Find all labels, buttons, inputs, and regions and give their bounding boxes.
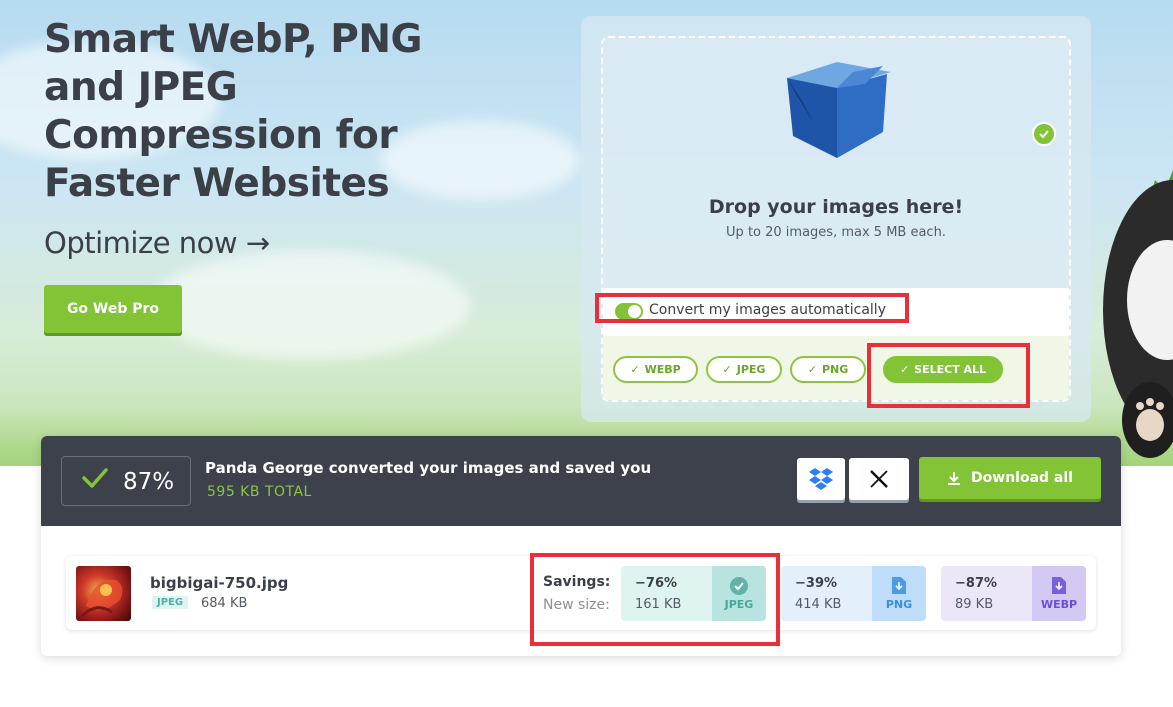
- format-jpeg-button[interactable]: ✓ JPEG: [706, 356, 782, 383]
- saved-total: 595 KB TOTAL: [207, 484, 312, 500]
- file-thumbnail: [76, 566, 131, 621]
- webp-new-size: 89 KB: [955, 597, 994, 612]
- check-icon: ✓: [722, 363, 732, 376]
- dropbox-button[interactable]: [797, 458, 845, 500]
- drop-title: Drop your images here!: [708, 196, 964, 218]
- download-all-button[interactable]: Download all: [919, 457, 1101, 499]
- x-icon: [870, 470, 888, 488]
- go-web-pro-button[interactable]: Go Web Pro: [44, 285, 182, 333]
- dropbox-icon: [809, 468, 833, 490]
- format-label: PNG: [821, 363, 849, 376]
- png-download-tag[interactable]: PNG: [872, 566, 926, 621]
- png-result[interactable]: −39% 414 KB PNG: [781, 566, 926, 621]
- saved-message: Panda George converted your images and s…: [205, 459, 652, 477]
- download-all-label: Download all: [971, 470, 1073, 486]
- png-savings: −39%: [795, 576, 838, 591]
- savings-percent-box: 87%: [61, 456, 191, 506]
- check-icon: ✓: [630, 363, 640, 376]
- page-title: Smart WebP, PNG and JPEG Compression for…: [44, 17, 423, 206]
- file-download-icon: [1052, 577, 1066, 594]
- panda-mascot: [1095, 150, 1173, 470]
- file-size: 684 KB: [201, 596, 248, 611]
- png-format-label: PNG: [885, 598, 913, 611]
- webp-download-tag[interactable]: WEBP: [1032, 566, 1086, 621]
- check-icon: [82, 468, 108, 488]
- png-new-size: 414 KB: [795, 597, 842, 612]
- highlight-select-all: [867, 343, 1030, 408]
- file-name: bigbigai-750.jpg: [150, 574, 289, 592]
- savings-percent: 87%: [123, 469, 175, 495]
- file-download-icon: [892, 577, 906, 594]
- best-result-check-icon: [1032, 122, 1056, 146]
- check-icon: ✓: [807, 363, 817, 376]
- webp-format-label: WEBP: [1040, 598, 1078, 611]
- drop-subtitle: Up to 20 images, max 5 MB each.: [726, 225, 946, 240]
- results-header: 87% Panda George converted your images a…: [41, 436, 1121, 526]
- download-icon: [948, 472, 961, 485]
- x-share-button[interactable]: [849, 458, 909, 500]
- webp-savings: −87%: [955, 576, 998, 591]
- optimize-now-link[interactable]: Optimize now →: [44, 226, 270, 260]
- file-type-badge: JPEG: [152, 596, 189, 609]
- format-label: JPEG: [736, 363, 766, 376]
- highlight-jpeg-savings: [530, 553, 780, 646]
- box-icon: [787, 62, 891, 158]
- format-webp-button[interactable]: ✓ WEBP: [613, 356, 698, 383]
- highlight-convert-toggle: [595, 293, 909, 323]
- format-png-button[interactable]: ✓ PNG: [790, 356, 866, 383]
- webp-result[interactable]: −87% 89 KB WEBP: [941, 566, 1086, 621]
- format-label: WEBP: [644, 363, 681, 376]
